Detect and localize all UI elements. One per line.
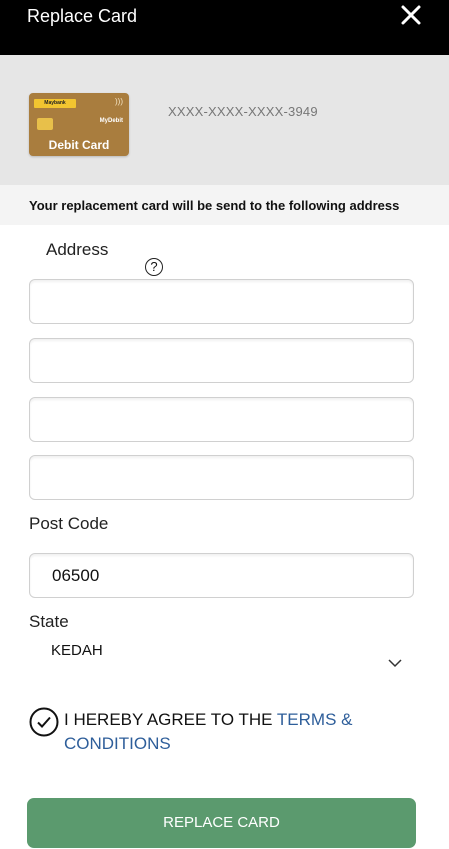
- state-label: State: [29, 612, 69, 631]
- question-icon[interactable]: ?: [145, 258, 163, 276]
- address-line-3-field[interactable]: [29, 397, 414, 442]
- card-number: XXXX-XXXX-XXXX-3949: [168, 104, 318, 119]
- address-line-2-input[interactable]: [30, 339, 413, 382]
- address-line-2-field[interactable]: [29, 338, 414, 383]
- address-notice: Your replacement card will be send to th…: [0, 185, 449, 225]
- terms-agreement: I HEREBY AGREE TO THE TERMS & CONDITIONS: [29, 706, 429, 758]
- debit-card-image: Maybank ))) MyDebit Debit Card: [29, 93, 129, 156]
- contactless-icon: ))): [115, 97, 123, 106]
- page-title: Replace Card: [27, 6, 138, 26]
- agreement-text: I HEREBY AGREE TO THE TERMS & CONDITIONS: [64, 708, 384, 756]
- bank-logo: Maybank: [34, 99, 76, 108]
- notice-text: Your replacement card will be send to th…: [29, 198, 400, 213]
- address-label: Address: [46, 240, 109, 259]
- state-dropdown[interactable]: KEDAH: [29, 636, 414, 680]
- top-bar: Replace Card: [0, 0, 449, 55]
- address-line-4-field[interactable]: [29, 455, 414, 500]
- check-circle-icon[interactable]: [29, 707, 59, 737]
- postcode-input[interactable]: [30, 554, 413, 597]
- card-summary: Maybank ))) MyDebit Debit Card XXXX-XXXX…: [0, 55, 449, 185]
- postcode-field[interactable]: [29, 553, 414, 598]
- postcode-label: Post Code: [29, 514, 109, 533]
- agreement-prefix: I HEREBY AGREE TO THE: [64, 710, 277, 729]
- address-line-1-input[interactable]: [30, 280, 413, 323]
- card-chip: [37, 118, 53, 130]
- close-icon[interactable]: [400, 4, 422, 26]
- address-line-1-field[interactable]: [29, 279, 414, 324]
- card-type-label: Debit Card: [48, 138, 110, 152]
- replace-card-button[interactable]: REPLACE CARD: [27, 798, 416, 848]
- address-line-3-input[interactable]: [30, 398, 413, 441]
- state-value: KEDAH: [51, 642, 103, 659]
- chevron-down-icon: [388, 659, 402, 668]
- address-line-4-input[interactable]: [30, 456, 413, 499]
- network-logo: MyDebit: [99, 118, 123, 124]
